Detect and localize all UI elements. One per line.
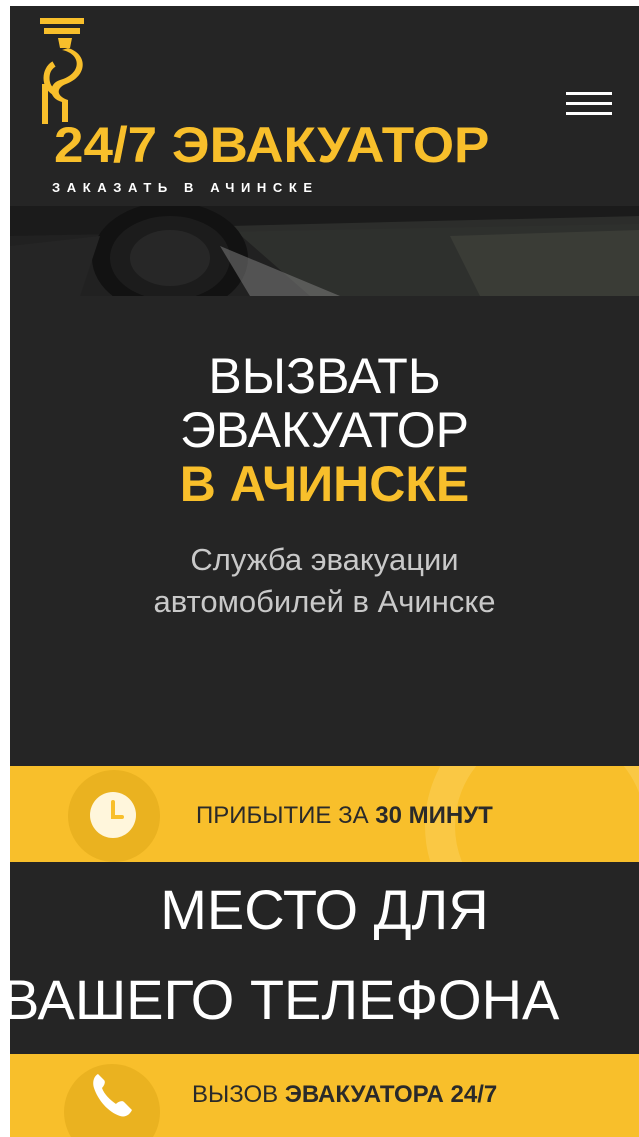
- call-text: ВЫЗОВ ЭВАКУАТОРА 24/7: [192, 1081, 498, 1108]
- arrival-text: ПРИБЫТИЕ ЗА 30 МИНУТ: [196, 802, 493, 829]
- phone-number-placeholder[interactable]: МЕСТО ДЛЯ ВАШЕГО ТЕЛЕФОНА: [10, 862, 639, 1054]
- clock-icon: [90, 792, 136, 838]
- site-header: 24/7 ЭВАКУАТОР ЗАКАЗАТЬ В АЧИНСКЕ: [10, 6, 639, 206]
- page-frame: 24/7 ЭВАКУАТОР ЗАКАЗАТЬ В АЧИНСКЕ ВЫЗВАТ…: [10, 6, 639, 1137]
- hero-subtitle-line-2: автомобилей в Ачинске: [153, 584, 496, 619]
- brand-name[interactable]: 24/7 ЭВАКУАТОР: [54, 118, 489, 172]
- phone-placeholder-line-2: ВАШЕГО ТЕЛЕФОНА: [10, 968, 560, 1031]
- phone-placeholder-line-1: МЕСТО ДЛЯ: [160, 878, 489, 941]
- hero-title-line-2: ЭВАКУАТОР: [179, 402, 470, 458]
- hero-background-image: [10, 206, 639, 296]
- hero-subtitle-line-1: Служба эвакуации: [190, 542, 459, 577]
- tow-hook-icon[interactable]: [36, 14, 96, 126]
- hamburger-menu-icon[interactable]: [564, 88, 616, 124]
- hero-section: ВЫЗВАТЬ ЭВАКУАТОР В АЧИНСКЕ Служба эваку…: [10, 296, 639, 766]
- arrival-time-banner: ПРИБЫТИЕ ЗА 30 МИНУТ: [10, 766, 639, 862]
- hero-title-city: В АЧИНСКЕ: [179, 456, 470, 512]
- car-wheel-photo: [10, 206, 639, 296]
- call-tow-banner[interactable]: ВЫЗОВ ЭВАКУАТОРА 24/7: [10, 1054, 639, 1137]
- phone-icon: [93, 1074, 132, 1117]
- brand-subtitle: ЗАКАЗАТЬ В АЧИНСКЕ: [52, 180, 319, 195]
- hero-title-line-1: ВЫЗВАТЬ: [208, 348, 441, 404]
